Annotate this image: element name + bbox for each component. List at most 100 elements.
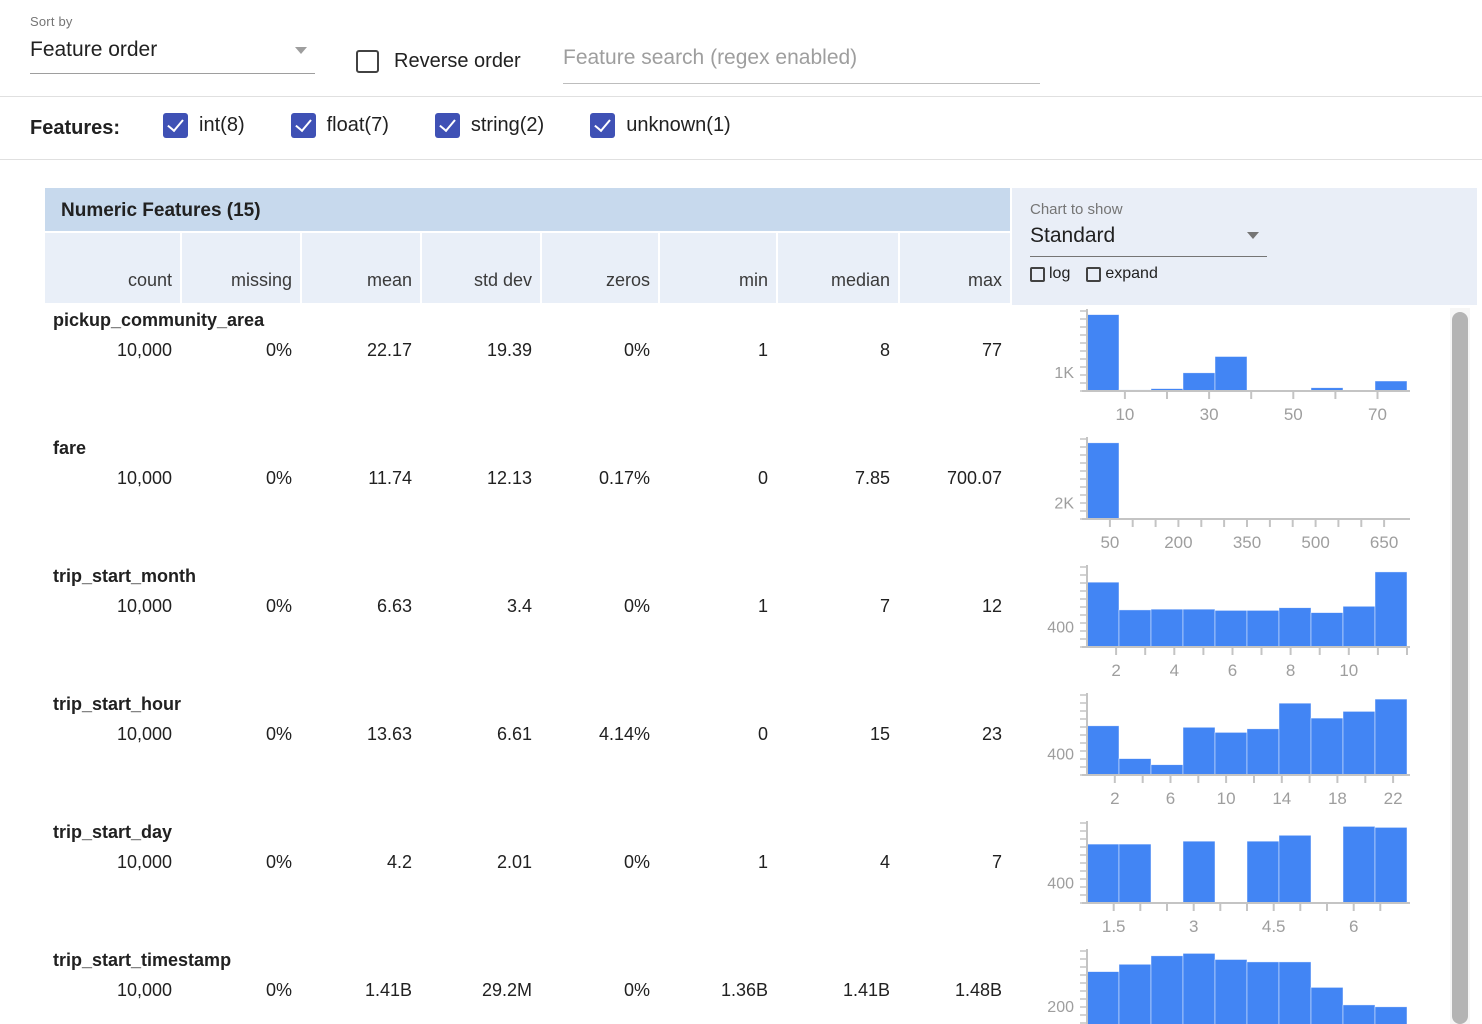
log-label: log <box>1049 265 1070 283</box>
feature-name: trip_start_hour <box>45 689 1010 715</box>
feature-chart: 1K10305070 <box>1010 305 1477 433</box>
svg-text:50: 50 <box>1284 405 1303 424</box>
feature-chart: 400246810 <box>1010 561 1477 689</box>
column-header-count: count <box>45 233 180 303</box>
svg-text:6: 6 <box>1228 661 1237 680</box>
chart-controls: Chart to show Standard log expand <box>1010 188 1477 305</box>
sort-by-select[interactable]: Feature order <box>30 29 315 74</box>
stat-max: 77 <box>898 340 1010 361</box>
reverse-order-control[interactable]: Reverse order <box>356 50 521 73</box>
feature-search-input[interactable] <box>563 46 1040 84</box>
stat-std-dev: 6.61 <box>420 724 540 745</box>
stat-count: 10,000 <box>45 980 180 1001</box>
stat-count: 10,000 <box>45 724 180 745</box>
table-header: Numeric Features (15) countmissingmeanst… <box>45 188 1477 305</box>
filter-label: float(7) <box>327 114 389 137</box>
stat-zeros: 0.17% <box>540 468 658 489</box>
feature-type-filters: int(8) float(7) string(2) unknown(1) <box>163 113 777 144</box>
expand-label: expand <box>1105 265 1158 283</box>
stat-zeros: 0% <box>540 340 658 361</box>
stat-max: 700.07 <box>898 468 1010 489</box>
stat-median: 7.85 <box>776 468 898 489</box>
feature-filter-unknown[interactable]: unknown(1) <box>590 113 731 138</box>
chart-options: log expand <box>1030 265 1477 283</box>
feature-stats: trip_start_timestamp10,0000%1.41B29.2M0%… <box>45 945 1010 1024</box>
stat-min: 1 <box>658 852 776 873</box>
sort-by-value: Feature order <box>30 38 157 61</box>
column-headers: countmissingmeanstd devzerosminmedianmax <box>45 233 1010 303</box>
reverse-order-checkbox[interactable] <box>356 50 379 73</box>
svg-text:1K: 1K <box>1054 365 1074 382</box>
stat-zeros: 0% <box>540 852 658 873</box>
numeric-features-table: Numeric Features (15) countmissingmeanst… <box>45 188 1477 1024</box>
column-header-max: max <box>898 233 1010 303</box>
column-header-min: min <box>658 233 776 303</box>
svg-text:200: 200 <box>1047 999 1074 1016</box>
svg-text:30: 30 <box>1200 405 1219 424</box>
feature-filter-string[interactable]: string(2) <box>435 113 544 138</box>
stat-max: 23 <box>898 724 1010 745</box>
column-header-std-dev: std dev <box>420 233 540 303</box>
feature-filter-float[interactable]: float(7) <box>291 113 389 138</box>
feature-name: fare <box>45 433 1010 459</box>
chart-type-select[interactable]: Standard <box>1030 218 1267 257</box>
histogram-trip_start_hour: 4002610141822 <box>1010 689 1477 817</box>
feature-chart: 2K50200350500650 <box>1010 433 1477 561</box>
checkbox-checked-icon[interactable] <box>590 113 615 138</box>
feature-name: trip_start_timestamp <box>45 945 1010 971</box>
svg-text:3: 3 <box>1189 917 1198 936</box>
stat-count: 10,000 <box>45 468 180 489</box>
column-header-mean: mean <box>300 233 420 303</box>
chart-type-value: Standard <box>1030 224 1115 247</box>
expand-control[interactable]: expand <box>1086 265 1158 283</box>
column-header-missing: missing <box>180 233 300 303</box>
stat-median: 7 <box>776 596 898 617</box>
svg-text:350: 350 <box>1233 533 1261 552</box>
stat-min: 1 <box>658 596 776 617</box>
feature-chart: 200 <box>1010 945 1477 1024</box>
scrollbar-thumb[interactable] <box>1452 312 1468 1024</box>
log-checkbox[interactable] <box>1030 267 1045 282</box>
checkbox-checked-icon[interactable] <box>291 113 316 138</box>
stat-std-dev: 2.01 <box>420 852 540 873</box>
stat-zeros: 4.14% <box>540 724 658 745</box>
feature-row-pickup_community_area: pickup_community_area10,0000%22.1719.390… <box>45 305 1477 433</box>
feature-row-trip_start_timestamp: trip_start_timestamp10,0000%1.41B29.2M0%… <box>45 945 1477 1024</box>
svg-text:22: 22 <box>1384 789 1403 808</box>
svg-text:4: 4 <box>1170 661 1179 680</box>
column-header-zeros: zeros <box>540 233 658 303</box>
stat-missing: 0% <box>180 980 300 1001</box>
stat-mean: 6.63 <box>300 596 420 617</box>
feature-chart: 4001.534.56 <box>1010 817 1477 945</box>
feature-chart: 4002610141822 <box>1010 689 1477 817</box>
stat-median: 4 <box>776 852 898 873</box>
stat-min: 0 <box>658 468 776 489</box>
stat-min: 1 <box>658 340 776 361</box>
filter-label: string(2) <box>471 114 544 137</box>
checkbox-checked-icon[interactable] <box>163 113 188 138</box>
feature-stats: trip_start_hour 10,0000%13.636.614.14%015… <box>45 689 1010 817</box>
table-header-left: Numeric Features (15) countmissingmeanst… <box>45 188 1010 305</box>
stat-values: 10,0000%4.22.010%147 <box>45 852 1010 873</box>
checkbox-checked-icon[interactable] <box>435 113 460 138</box>
log-control[interactable]: log <box>1030 265 1070 283</box>
expand-checkbox[interactable] <box>1086 267 1101 282</box>
stat-values: 10,0000%6.633.40%1712 <box>45 596 1010 617</box>
feature-row-trip_start_hour: trip_start_hour 10,0000%13.636.614.14%015… <box>45 689 1477 817</box>
feature-filter-int[interactable]: int(8) <box>163 113 245 138</box>
feature-stats: trip_start_month 10,0000%6.633.40%1712 <box>45 561 1010 689</box>
sort-by-label: Sort by <box>30 14 315 29</box>
stat-count: 10,000 <box>45 852 180 873</box>
svg-text:400: 400 <box>1047 875 1074 892</box>
feature-name: trip_start_month <box>45 561 1010 587</box>
stat-missing: 0% <box>180 340 300 361</box>
histogram-trip_start_timestamp: 200 <box>1010 945 1477 1024</box>
stat-values: 10,0000%13.636.614.14%01523 <box>45 724 1010 745</box>
chevron-down-icon <box>1247 232 1259 239</box>
svg-text:6: 6 <box>1166 789 1175 808</box>
stat-max: 1.48B <box>898 980 1010 1001</box>
svg-text:18: 18 <box>1328 789 1347 808</box>
charts-scrollbar[interactable] <box>1450 308 1470 1024</box>
feature-stats: fare10,0000%11.7412.130.17%07.85700.07 <box>45 433 1010 561</box>
facets-overview-app: Sort by Feature order Reverse order Feat… <box>0 0 1482 1024</box>
